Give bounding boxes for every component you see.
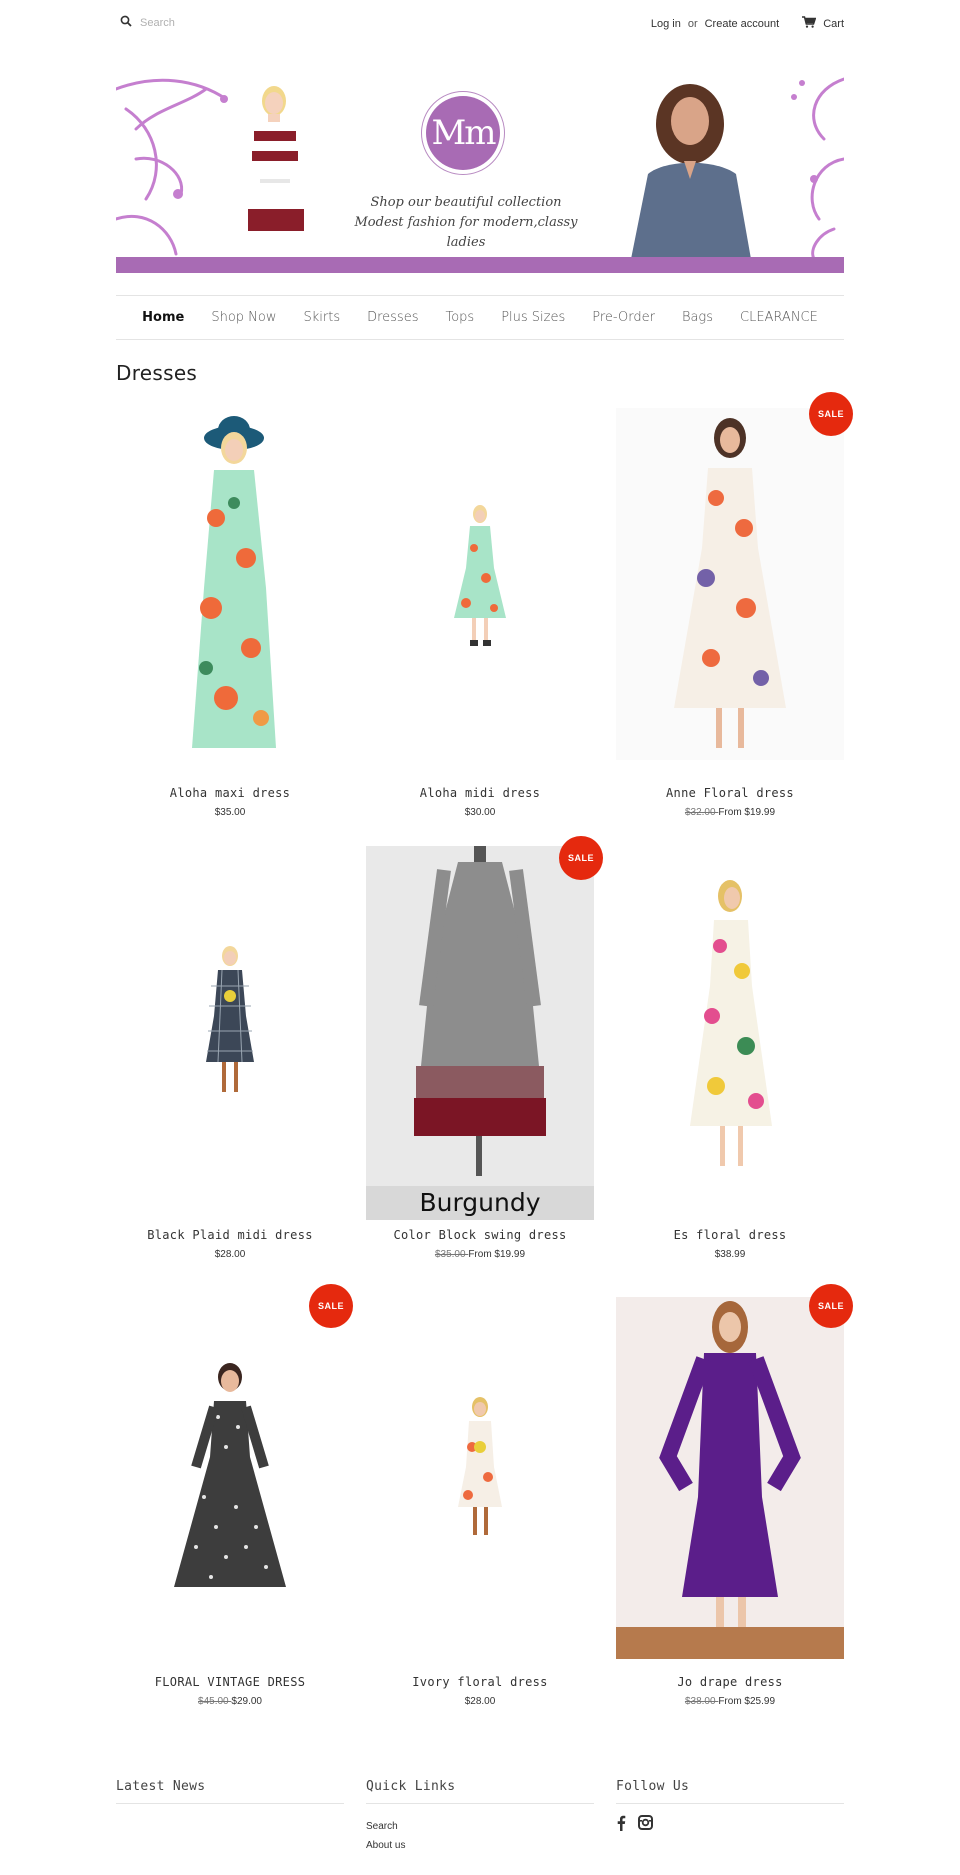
banner-accent-strip [116, 257, 844, 273]
product-card[interactable]: SALE Jo drape dress $38.00 From $25.99 [616, 1284, 853, 1717]
product-current-price: $30.00 [464, 807, 496, 818]
hero-banner[interactable]: Mm Shop our beautiful collection Modest … [116, 69, 844, 273]
top-bar: Log in or Create account Cart [116, 0, 844, 46]
product-card[interactable]: Black Plaid midi dress $28.00 [116, 846, 344, 1266]
product-compare-price: $45.00 [198, 1696, 232, 1707]
search-icon[interactable] [120, 14, 132, 32]
sale-badge: SALE [809, 1284, 853, 1328]
footer-heading: Latest News [116, 1779, 344, 1804]
footer-link-about-us[interactable]: About us [366, 1836, 594, 1855]
product-image[interactable] [366, 408, 594, 760]
nav-item-clearance[interactable]: CLEARANCE [740, 310, 818, 325]
search-input[interactable] [140, 17, 300, 29]
product-title[interactable]: Black Plaid midi dress [116, 1228, 344, 1242]
swirl-ornament-right [791, 77, 844, 259]
product-price: $28.00 [366, 1696, 594, 1707]
cart-icon [802, 16, 817, 31]
nav-item-bags[interactable]: Bags [682, 310, 713, 325]
product-card[interactable]: Ivory floral dress $28.00 [366, 1297, 594, 1717]
product-compare-price: $32.00 [684, 807, 719, 818]
footer-latest-news: Latest News [116, 1779, 344, 1804]
product-current-price: From $19.99 [468, 1249, 526, 1260]
facebook-icon[interactable] [616, 1815, 626, 1836]
login-link[interactable]: Log in [651, 18, 681, 30]
create-account-link[interactable]: Create account [705, 18, 780, 30]
product-image[interactable]: Burgundy [366, 846, 594, 1220]
footer-heading: Quick Links [366, 1779, 594, 1804]
product-title[interactable]: Es floral dress [616, 1228, 844, 1242]
product-title[interactable]: Anne Floral dress [616, 786, 844, 800]
nav-item-shop-now[interactable]: Shop Now [211, 310, 276, 325]
product-compare-price: $38.00 [684, 1696, 719, 1707]
product-price: $28.00 [116, 1249, 344, 1260]
product-price: $32.00 From $19.99 [616, 807, 844, 818]
product-image[interactable] [116, 1297, 344, 1659]
model-photo-right [631, 84, 751, 259]
brand-logo[interactable]: Mm [421, 91, 505, 175]
nav-item-pre-order[interactable]: Pre-Order [592, 310, 655, 325]
product-current-price: $35.00 [214, 807, 246, 818]
product-price: $38.99 [616, 1249, 844, 1260]
product-image[interactable] [616, 1297, 844, 1659]
product-title[interactable]: Ivory floral dress [366, 1675, 594, 1689]
page-title: Dresses [116, 361, 198, 385]
product-current-price: From $19.99 [718, 807, 776, 818]
product-title[interactable]: Jo drape dress [616, 1675, 844, 1689]
product-card[interactable]: SALE FLORAL VINTAGE DRESS $45.00 $29.00 [116, 1284, 353, 1717]
product-image[interactable] [116, 846, 344, 1220]
product-price: $30.00 [366, 807, 594, 818]
cart-link[interactable]: Cart [802, 16, 844, 31]
product-title[interactable]: Color Block swing dress [366, 1228, 594, 1242]
product-title[interactable]: FLORAL VINTAGE DRESS [116, 1675, 344, 1689]
product-current-price: $38.99 [714, 1249, 746, 1260]
product-image[interactable] [616, 846, 844, 1220]
search-form [120, 14, 300, 32]
banner-tagline: Shop our beautiful collection Modest fas… [354, 195, 578, 250]
product-card[interactable]: Burgundy SALE Color Block swing dress $3… [366, 836, 603, 1266]
product-current-price: $29.00 [231, 1696, 262, 1707]
product-price: $35.00 From $19.99 [366, 1249, 594, 1260]
footer-follow-us: Follow Us [616, 1779, 844, 1836]
product-title[interactable]: Aloha midi dress [366, 786, 594, 800]
social-links [616, 1815, 844, 1836]
product-card[interactable]: Es floral dress $38.99 [616, 846, 844, 1266]
product-title[interactable]: Aloha maxi dress [116, 786, 344, 800]
product-compare-price: $35.00 [434, 1249, 469, 1260]
account-links: Log in or Create account Cart [651, 16, 844, 31]
instagram-icon[interactable] [638, 1815, 653, 1836]
product-image[interactable] [366, 1297, 594, 1659]
cart-label: Cart [823, 17, 844, 30]
product-current-price: From $25.99 [718, 1696, 776, 1707]
nav-item-dresses[interactable]: Dresses [367, 310, 418, 325]
product-card[interactable]: SALE Anne Floral dress $32.00 From $19.9… [616, 392, 853, 828]
sale-badge: SALE [559, 836, 603, 880]
nav-item-skirts[interactable]: Skirts [303, 310, 340, 325]
product-card[interactable]: Aloha maxi dress $35.00 [116, 408, 344, 828]
nav-item-home[interactable]: Home [142, 310, 184, 325]
footer-heading: Follow Us [616, 1779, 844, 1804]
product-current-price: $28.00 [214, 1249, 246, 1260]
product-card[interactable]: Aloha midi dress $30.00 [366, 408, 594, 828]
main-nav: Home Shop Now Skirts Dresses Tops Plus S… [116, 295, 844, 340]
or-text: or [687, 17, 698, 30]
footer-quick-links: Quick Links Search About us [366, 1779, 594, 1855]
nav-item-plus-sizes[interactable]: Plus Sizes [501, 310, 565, 325]
product-price: $45.00 $29.00 [116, 1696, 344, 1707]
product-price: $35.00 [116, 807, 344, 818]
product-price: $38.00 From $25.99 [616, 1696, 844, 1707]
product-image[interactable] [116, 408, 344, 760]
footer-link-search[interactable]: Search [366, 1817, 594, 1836]
model-photo-left [244, 86, 304, 257]
product-current-price: $28.00 [464, 1696, 496, 1707]
nav-item-tops[interactable]: Tops [445, 310, 474, 325]
image-caption: Burgundy [419, 1188, 541, 1217]
sale-badge: SALE [309, 1284, 353, 1328]
swirl-ornament-left [116, 78, 228, 256]
sale-badge: SALE [809, 392, 853, 436]
product-image[interactable] [616, 408, 844, 760]
